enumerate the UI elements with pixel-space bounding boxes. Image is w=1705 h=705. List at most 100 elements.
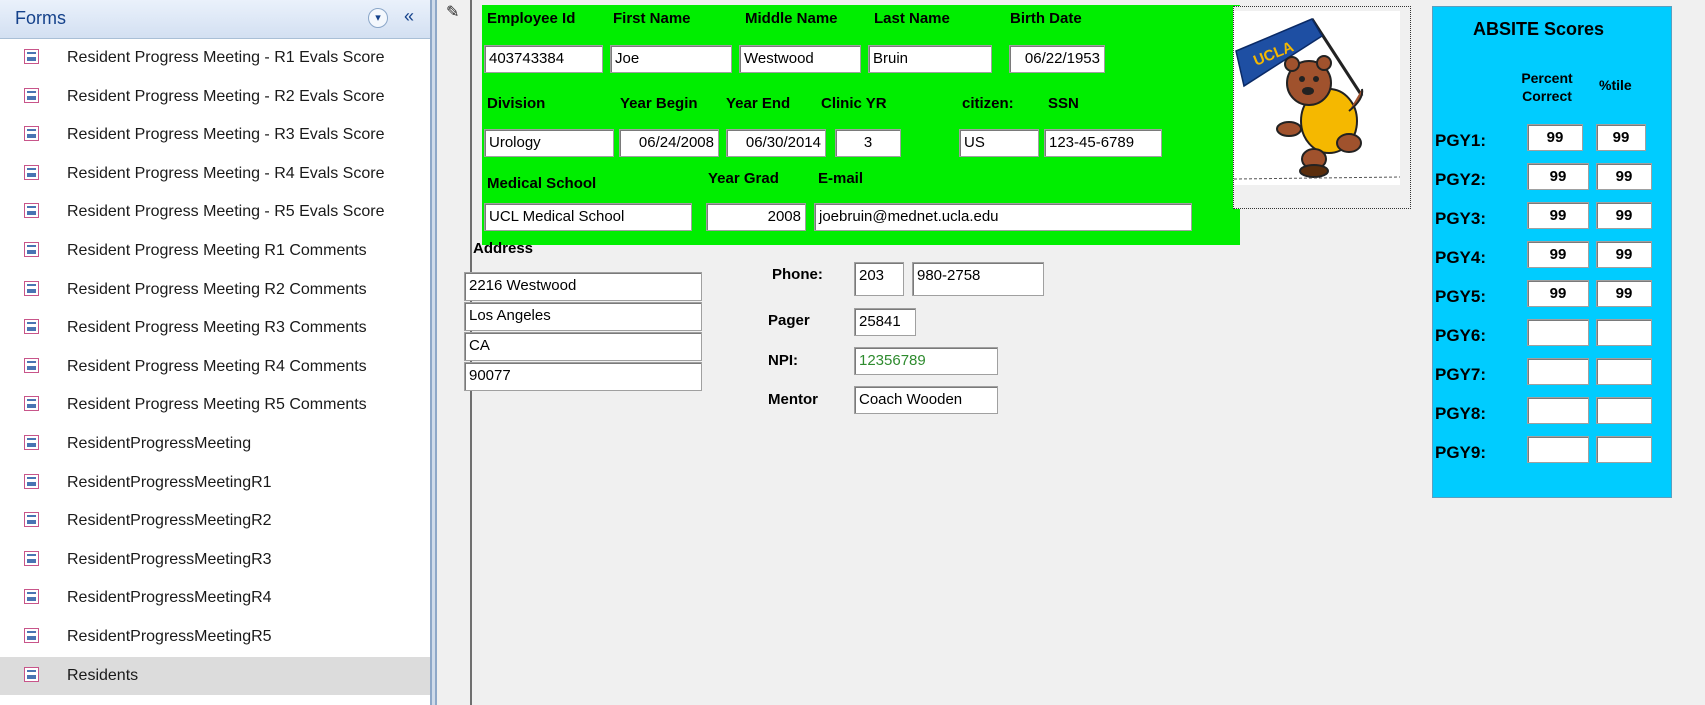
nav-form-label: Resident Progress Meeting - R3 Evals Sco… [67, 126, 385, 144]
pgy5-percentile-field[interactable]: 99 [1596, 280, 1652, 307]
ssn-field[interactable]: 123-45-6789 [1044, 129, 1162, 157]
nav-form-item[interactable]: Resident Progress Meeting R3 Comments [0, 309, 430, 348]
nav-form-item[interactable]: Resident Progress Meeting - R4 Evals Sco… [0, 155, 430, 194]
nav-form-item[interactable]: ResidentProgressMeetingR4 [0, 579, 430, 618]
form-icon [24, 550, 39, 566]
form-icon [24, 87, 39, 103]
pgy-row-label: PGY6: [1435, 326, 1487, 345]
nav-form-item-selected[interactable]: Residents [0, 656, 430, 696]
phone-area-code-field[interactable]: 203 [854, 262, 904, 296]
form-icon [24, 666, 39, 682]
pgy7-percent-field[interactable] [1527, 358, 1589, 385]
first-name-field[interactable]: Joe [610, 45, 732, 73]
nav-form-label: ResidentProgressMeetingR5 [67, 627, 272, 645]
pgy1-percentile-field[interactable]: 99 [1596, 124, 1646, 151]
nav-form-label: Resident Progress Meeting - R2 Evals Sco… [67, 87, 385, 105]
first-name-label: First Name [613, 10, 691, 27]
address-line-2-field[interactable]: Los Angeles [464, 302, 702, 331]
pgy1-percent-field[interactable]: 99 [1527, 124, 1583, 151]
medical-school-field[interactable]: UCL Medical School [484, 203, 692, 231]
year-grad-label: Year Grad [708, 170, 779, 187]
pgy4-percentile-field[interactable]: 99 [1596, 241, 1652, 268]
nav-form-label: Residents [67, 666, 139, 684]
nav-pane-splitter[interactable] [430, 0, 437, 705]
form-icon [24, 434, 39, 450]
mascot-image-frame: UCLA [1233, 6, 1411, 209]
nav-form-label: ResidentProgressMeetingR4 [67, 589, 272, 607]
citizen-field[interactable]: US [959, 129, 1039, 157]
nav-form-label: ResidentProgressMeeting [67, 434, 252, 452]
pgy-row-label: PGY9: [1435, 443, 1487, 462]
nav-form-item[interactable]: ResidentProgressMeeting [0, 425, 430, 464]
year-end-field[interactable]: 06/30/2014 [726, 129, 826, 157]
nav-form-item[interactable]: Resident Progress Meeting - R5 Evals Sco… [0, 193, 430, 232]
absite-title: ABSITE Scores [1473, 19, 1605, 39]
pgy-row-label: PGY4: [1435, 248, 1487, 267]
form-icon [24, 319, 39, 335]
phone-number-field[interactable]: 980-2758 [912, 262, 1044, 296]
pgy8-percent-field[interactable] [1527, 397, 1589, 424]
pgy-row-label: PGY1: [1435, 131, 1487, 150]
form-icon [24, 126, 39, 142]
nav-menu-dropdown-icon[interactable]: ▾ [368, 8, 388, 28]
nav-title[interactable]: Forms [15, 8, 66, 29]
pgy6-percent-field[interactable] [1527, 319, 1589, 346]
pencil-edit-icon: ✎ [446, 4, 460, 21]
nav-form-item[interactable]: Resident Progress Meeting - R3 Evals Sco… [0, 116, 430, 155]
form-icon [24, 203, 39, 219]
pager-label: Pager [768, 312, 810, 329]
pgy-row-label: PGY7: [1435, 365, 1487, 384]
nav-form-item[interactable]: Resident Progress Meeting R4 Comments [0, 348, 430, 387]
nav-form-label: Resident Progress Meeting - R1 Evals Sco… [67, 49, 385, 66]
pgy9-percent-field[interactable] [1527, 436, 1589, 463]
pgy7-percentile-field[interactable] [1596, 358, 1652, 385]
nav-form-item[interactable]: ResidentProgressMeetingR5 [0, 618, 430, 657]
email-field[interactable]: joebruin@mednet.ucla.edu [814, 203, 1192, 231]
nav-form-item[interactable]: Resident Progress Meeting - R2 Evals Sco… [0, 78, 430, 117]
address-line-4-field[interactable]: 90077 [464, 362, 702, 391]
nav-form-label: ResidentProgressMeetingR1 [67, 473, 272, 491]
year-grad-field[interactable]: 2008 [706, 203, 806, 231]
address-label: Address [473, 240, 534, 257]
clinic-yr-label: Clinic YR [821, 95, 887, 112]
nav-form-label: Resident Progress Meeting R3 Comments [67, 319, 367, 337]
medical-school-label: Medical School [487, 175, 597, 192]
last-name-field[interactable]: Bruin [868, 45, 992, 73]
year-begin-field[interactable]: 06/24/2008 [619, 129, 719, 157]
nav-form-item[interactable]: Resident Progress Meeting R1 Comments [0, 232, 430, 271]
clinic-yr-field[interactable]: 3 [835, 129, 901, 157]
pgy2-percentile-field[interactable]: 99 [1596, 163, 1652, 190]
pgy6-percentile-field[interactable] [1596, 319, 1652, 346]
nav-form-item[interactable]: Resident Progress Meeting R5 Comments [0, 386, 430, 425]
nav-form-item[interactable]: Resident Progress Meeting R2 Comments [0, 271, 430, 310]
form-icon [24, 396, 39, 412]
division-field[interactable]: Urology [484, 129, 614, 157]
nav-form-label: Resident Progress Meeting - R5 Evals Sco… [67, 203, 385, 221]
nav-collapse-icon[interactable]: « [404, 6, 414, 27]
pager-field[interactable]: 25841 [854, 308, 916, 336]
pgy-row-label: PGY2: [1435, 170, 1487, 189]
year-begin-label: Year Begin [620, 95, 698, 112]
npi-field[interactable]: 12356789 [854, 347, 998, 375]
nav-form-item[interactable]: Resident Progress Meeting - R1 Evals Sco… [0, 39, 430, 78]
employee-id-field[interactable]: 403743384 [484, 45, 603, 73]
pgy-row-label: PGY3: [1435, 209, 1487, 228]
nav-form-item[interactable]: ResidentProgressMeetingR1 [0, 464, 430, 503]
pgy5-percent-field[interactable]: 99 [1527, 280, 1589, 307]
pgy3-percentile-field[interactable]: 99 [1596, 202, 1652, 229]
nav-form-label: Resident Progress Meeting R1 Comments [67, 241, 367, 259]
middle-name-field[interactable]: Westwood [739, 45, 861, 73]
pgy4-percent-field[interactable]: 99 [1527, 241, 1589, 268]
pgy8-percentile-field[interactable] [1596, 397, 1652, 424]
pgy2-percent-field[interactable]: 99 [1527, 163, 1589, 190]
division-label: Division [487, 95, 546, 112]
nav-form-item[interactable]: ResidentProgressMeetingR3 [0, 541, 430, 580]
nav-form-item[interactable]: ResidentProgressMeetingR2 [0, 502, 430, 541]
absite-scores-panel: ABSITE Scores Percent Correct %tile PGY1… [1432, 6, 1672, 498]
mentor-field[interactable]: Coach Wooden [854, 386, 998, 414]
birth-date-field[interactable]: 06/22/1953 [1009, 45, 1105, 73]
pgy3-percent-field[interactable]: 99 [1527, 202, 1589, 229]
pgy9-percentile-field[interactable] [1596, 436, 1652, 463]
address-line-1-field[interactable]: 2216 Westwood [464, 272, 702, 301]
address-line-3-field[interactable]: CA [464, 332, 702, 361]
